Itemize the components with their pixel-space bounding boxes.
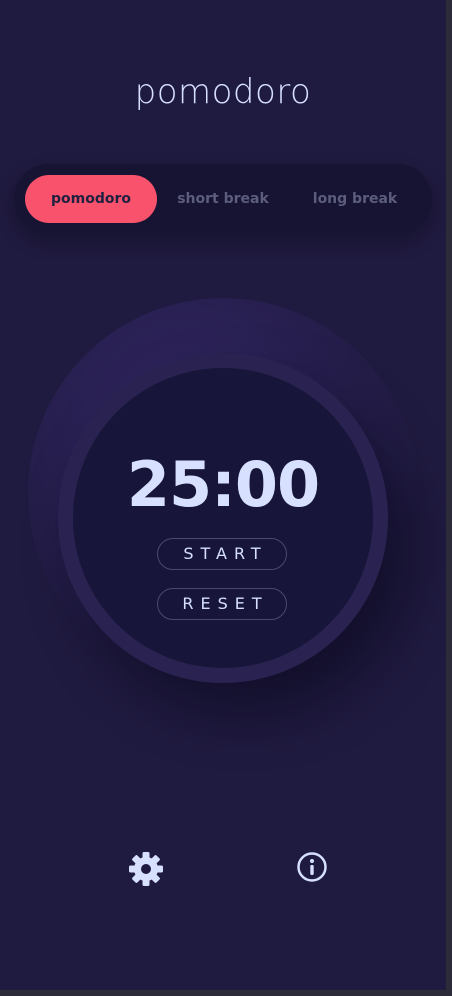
timer-display: 25:00	[126, 448, 320, 521]
mode-selector: pomodoro short break long break	[14, 164, 432, 234]
mode-short-break[interactable]: short break	[157, 175, 289, 223]
gear-icon[interactable]	[128, 851, 164, 887]
window-edge-bottom	[0, 990, 452, 996]
mode-long-break[interactable]: long break	[289, 175, 421, 223]
app-title: pomodoro	[134, 72, 312, 112]
start-button[interactable]: START	[157, 538, 287, 570]
window-edge-right	[446, 0, 452, 996]
app-window: pomodoro pomodoro short break long break…	[0, 0, 446, 990]
timer-face: 25:00 START RESET	[73, 368, 373, 668]
reset-button[interactable]: RESET	[157, 588, 287, 620]
mode-pomodoro[interactable]: pomodoro	[25, 175, 157, 223]
info-icon[interactable]	[295, 850, 331, 886]
timer-ring: 25:00 START RESET	[58, 353, 388, 683]
